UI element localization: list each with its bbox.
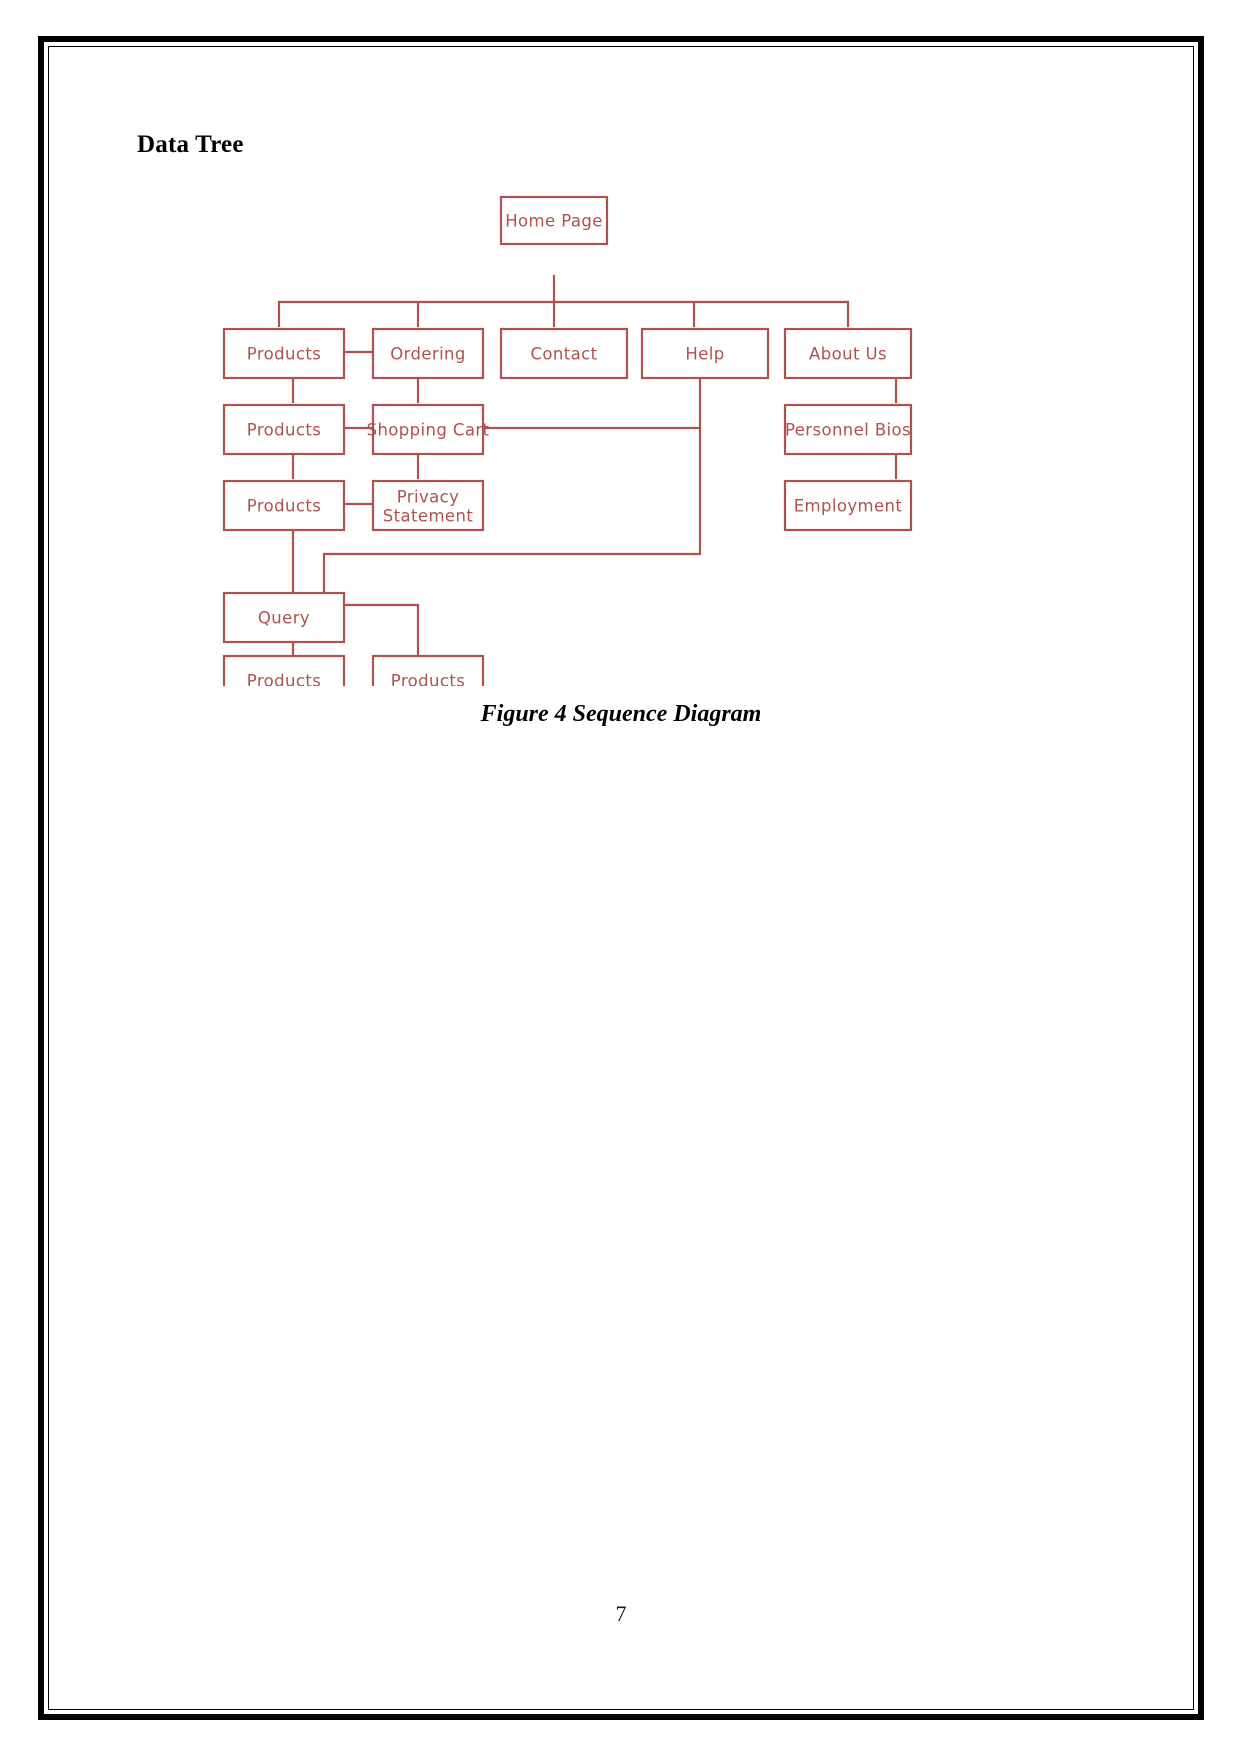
- node-contact-label: Contact: [531, 345, 598, 364]
- node-shopping-cart[interactable]: Shopping Cart: [367, 403, 490, 456]
- node-products-level1[interactable]: Products: [222, 327, 346, 380]
- node-employment-label: Employment: [794, 497, 903, 516]
- node-privacy-statement-label-line2: Statement: [383, 507, 474, 526]
- node-personnel-bios-label: Personnel Bios: [785, 421, 911, 440]
- connector-query-to-products-right: [342, 603, 420, 658]
- page-title: Data Tree: [137, 131, 244, 158]
- node-shopping-cart-label: Shopping Cart: [367, 421, 490, 440]
- node-about-us[interactable]: About Us: [783, 327, 913, 380]
- node-query[interactable]: Query: [222, 591, 346, 644]
- node-products-level1-label: Products: [247, 345, 321, 364]
- node-products-level2[interactable]: Products: [222, 403, 346, 456]
- node-personnel-bios[interactable]: Personnel Bios: [783, 403, 913, 456]
- data-tree-svg: Home Page Products Ordering Contact Help: [222, 195, 913, 687]
- node-employment[interactable]: Employment: [783, 479, 913, 532]
- node-help-label: Help: [685, 345, 724, 364]
- page-number: 7: [615, 1601, 627, 1626]
- node-products-level4-left[interactable]: Products: [222, 654, 346, 687]
- node-products-level3-label: Products: [247, 497, 321, 516]
- node-products-level4-left-label: Products: [247, 672, 321, 687]
- node-privacy-statement[interactable]: Privacy Statement: [371, 479, 485, 532]
- node-ordering-label: Ordering: [390, 345, 466, 364]
- node-products-level2-label: Products: [247, 421, 321, 440]
- node-contact[interactable]: Contact: [499, 327, 629, 380]
- node-privacy-statement-label-line1: Privacy: [397, 488, 460, 507]
- page-content: Data Tree Home Page Products Ordering Co…: [48, 46, 1194, 1710]
- node-ordering[interactable]: Ordering: [371, 327, 485, 380]
- node-home-page-label: Home Page: [505, 212, 603, 231]
- node-about-us-label: About Us: [809, 345, 887, 364]
- node-query-label: Query: [258, 609, 310, 628]
- node-products-level4-right[interactable]: Products: [371, 654, 485, 687]
- node-products-level3[interactable]: Products: [222, 479, 346, 532]
- figure-caption: Figure 4 Sequence Diagram: [480, 701, 762, 727]
- node-help[interactable]: Help: [640, 327, 770, 380]
- node-products-level4-right-label: Products: [391, 672, 465, 687]
- data-tree-diagram: Home Page Products Ordering Contact Help: [48, 166, 1194, 686]
- node-home-page[interactable]: Home Page: [499, 195, 609, 246]
